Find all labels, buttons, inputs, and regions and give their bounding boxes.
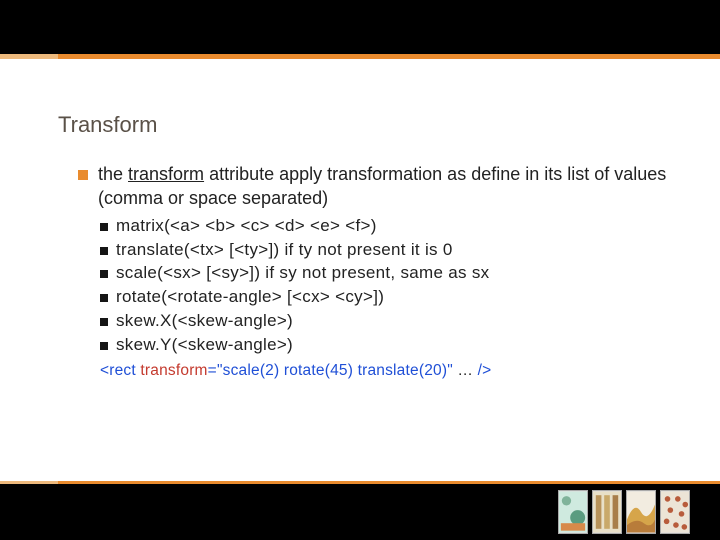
sub-bullet: skew.Y(<skew-angle>) [100, 334, 678, 357]
thumbnail [626, 490, 656, 534]
sub-bullet-text: translate(<tx> [<ty>]) if ty not present… [116, 239, 453, 262]
sub-bullet-icon [100, 270, 108, 278]
bullet-icon [78, 170, 88, 180]
sub-bullet-icon [100, 342, 108, 350]
code-attr-name: transform [140, 362, 207, 379]
code-equals: = [208, 362, 217, 379]
code-tag-open: <rect [100, 362, 140, 379]
sub-bullet-text: skew.X(<skew-angle>) [116, 310, 293, 333]
sub-bullet-icon [100, 294, 108, 302]
sub-bullet: translate(<tx> [<ty>]) if ty not present… [100, 239, 678, 262]
sub-bullet-icon [100, 318, 108, 326]
sub-bullet: scale(<sx> [<sy>]) if sy not present, sa… [100, 262, 678, 285]
sub-bullet-icon [100, 223, 108, 231]
thumbnail [592, 490, 622, 534]
code-attr-value: "scale(2) rotate(45) translate(20)" [217, 362, 453, 379]
sub-bullet-list: matrix(<a> <b> <c> <d> <e> <f>) translat… [100, 215, 678, 358]
sub-bullet-text: scale(<sx> [<sy>]) if sy not present, sa… [116, 262, 489, 285]
sub-bullet-text: rotate(<rotate-angle> [<cx> <cy>]) [116, 286, 384, 309]
thumbnail-strip [558, 490, 690, 534]
sub-bullet: rotate(<rotate-angle> [<cx> <cy>]) [100, 286, 678, 309]
top-orange-rule [0, 54, 720, 59]
thumbnail [660, 490, 690, 534]
main-bullet-text: the transform attribute apply transforma… [98, 162, 678, 211]
content-area: the transform attribute apply transforma… [78, 162, 678, 382]
sub-bullet: matrix(<a> <b> <c> <d> <e> <f>) [100, 215, 678, 238]
main-bullet-underlined: transform [128, 164, 204, 184]
sub-bullet-icon [100, 247, 108, 255]
top-black-band [0, 0, 720, 54]
sub-bullet-text: matrix(<a> <b> <c> <d> <e> <f>) [116, 215, 377, 238]
code-tag-close: /> [478, 362, 492, 379]
slide-heading: Transform [58, 112, 157, 138]
code-example: <rect transform="scale(2) rotate(45) tra… [100, 361, 678, 382]
sub-bullet: skew.X(<skew-angle>) [100, 310, 678, 333]
sub-bullet-text: skew.Y(<skew-angle>) [116, 334, 293, 357]
slide: Transform the transform attribute apply … [0, 0, 720, 540]
code-ellipsis: … [453, 362, 478, 379]
top-orange-rule-light [0, 54, 58, 59]
main-bullet: the transform attribute apply transforma… [78, 162, 678, 211]
thumbnail [558, 490, 588, 534]
main-bullet-prefix: the [98, 164, 128, 184]
